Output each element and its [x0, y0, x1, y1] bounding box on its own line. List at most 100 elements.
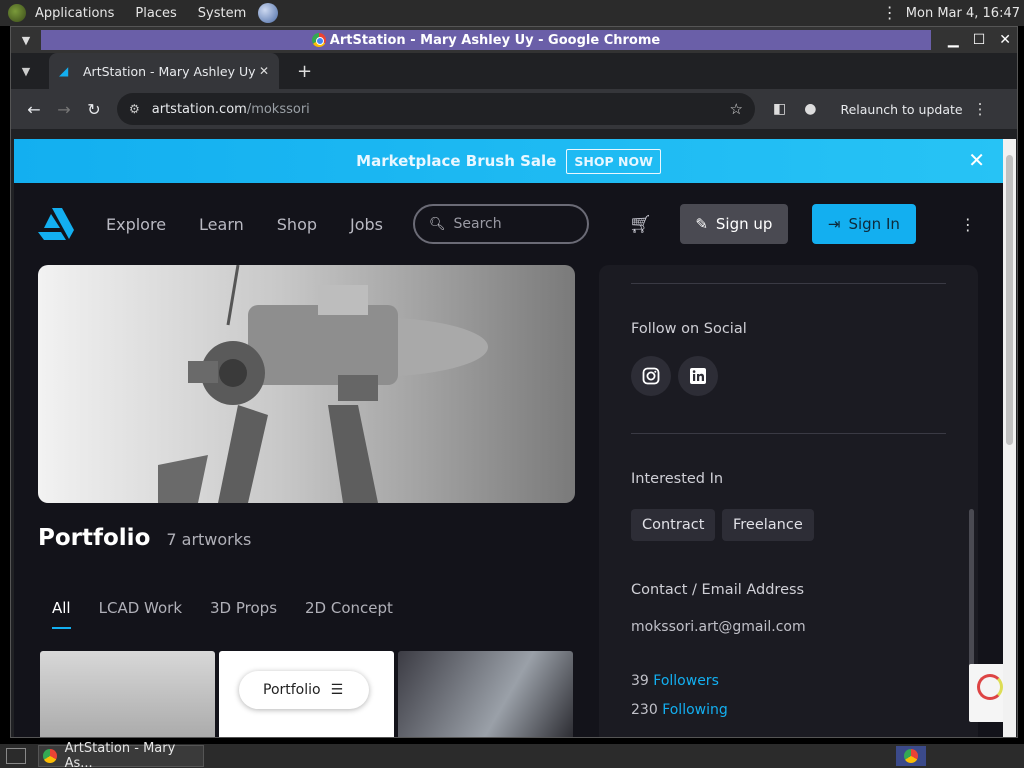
recaptcha-logo-icon [977, 674, 1003, 700]
places-menu[interactable]: Places [135, 6, 176, 21]
browser-toolbar: ← → ↻ ⚙ artstation.com/mokssori ☆ ◧ ● Re… [11, 89, 1017, 129]
tab-artstation[interactable]: ◢ ArtStation - Mary Ashley Uy ✕ [49, 53, 279, 89]
applications-menu[interactable]: Applications [35, 6, 114, 21]
more-menu-icon[interactable]: ⋮ [960, 215, 976, 234]
sign-up-button[interactable]: ✎ Sign up [679, 204, 788, 244]
url-path: /mokssori [246, 101, 310, 117]
tab-strip: ▼ ◢ ArtStation - Mary Ashley Uy ✕ + [11, 53, 1017, 89]
sign-in-button[interactable]: ⇥ Sign In [811, 204, 916, 244]
portfolio-title: Portfolio [38, 525, 151, 551]
login-arrow-icon: ⇥ [827, 215, 841, 233]
profile-icon[interactable]: ● [804, 101, 816, 117]
bookmark-star-icon[interactable]: ☆ [730, 100, 743, 118]
interested-in-label: Interested In [631, 471, 724, 487]
forward-arrow-icon[interactable]: → [49, 100, 79, 119]
recaptcha-badge[interactable] [969, 664, 1003, 722]
instagram-icon[interactable] [631, 356, 671, 396]
show-desktop-icon[interactable] [6, 748, 26, 764]
side-panel-icon[interactable]: ◧ [773, 101, 786, 117]
nav-explore[interactable]: Explore [106, 215, 166, 234]
search-input[interactable]: 🔍︎ Search [413, 204, 590, 244]
sign-up-label: Sign up [715, 215, 773, 233]
filter-tab-2d-concept[interactable]: 2D Concept [305, 599, 393, 629]
following-stat: 230 Following [631, 702, 728, 718]
chrome-icon [904, 749, 918, 763]
url-host: artstation.com [151, 101, 247, 117]
taskbar-window-chrome[interactable]: ArtStation - Mary As... [38, 741, 204, 768]
artwork-grid: Portfolio ☰ [40, 651, 573, 737]
artwork-count: 7 artworks [166, 530, 252, 549]
site-header: Explore Learn Shop Jobs 🔍︎ Search 🛒︎ ✎ S… [14, 183, 1003, 265]
window-menu-icon[interactable]: ▼ [11, 27, 41, 53]
artstation-favicon-icon: ◢ [59, 64, 69, 78]
window-title-box: ArtStation - Mary Ashley Uy - Google Chr… [41, 30, 931, 50]
minimize-icon[interactable]: ▁ [948, 32, 959, 48]
nav-learn[interactable]: Learn [199, 215, 244, 234]
relaunch-to-update-button[interactable]: Relaunch to update [840, 102, 962, 117]
portfolio-pill-label: Portfolio [263, 682, 321, 698]
clock[interactable]: Mon Mar 4, 16:47 [906, 6, 1020, 21]
system-menu[interactable]: System [198, 6, 246, 21]
window-titlebar[interactable]: ▼ ArtStation - Mary Ashley Uy - Google C… [11, 27, 1017, 53]
cover-artwork-image[interactable] [38, 265, 575, 503]
following-link[interactable]: Following [662, 702, 728, 718]
portfolio-header: Portfolio 7 artworks [38, 525, 251, 551]
artwork-thumbnail[interactable] [40, 651, 215, 737]
divider [631, 283, 946, 284]
gnome-foot-icon[interactable] [8, 4, 26, 22]
contact-email-address[interactable]: mokssori.art@gmail.com [631, 619, 806, 635]
linkedin-icon[interactable] [678, 356, 718, 396]
page-scrollbar-thumb[interactable] [1006, 155, 1013, 445]
profile-about-panel: Follow on Social Interested In Contract … [599, 265, 978, 737]
banner-close-icon[interactable]: ✕ [968, 148, 985, 172]
divider [631, 433, 946, 434]
interest-chip-label: Contract [642, 517, 705, 533]
filter-tab-lcad-work[interactable]: LCAD Work [99, 599, 182, 629]
promo-banner: Marketplace Brush Sale SHOP NOW ✕ [14, 139, 1003, 183]
filter-tab-3d-props[interactable]: 3D Props [210, 599, 277, 629]
web-browser-launcher-icon[interactable] [258, 3, 279, 23]
banner-text: Marketplace Brush Sale [356, 152, 557, 170]
portfolio-menu-pill[interactable]: Portfolio ☰ [239, 671, 369, 709]
chrome-icon [311, 33, 326, 47]
cart-icon[interactable]: 🛒︎ [629, 214, 652, 235]
interest-chip-label: Freelance [733, 517, 803, 533]
window-title: ArtStation - Mary Ashley Uy - Google Chr… [329, 32, 661, 48]
nav-jobs[interactable]: Jobs [350, 215, 383, 234]
hamburger-menu-icon: ☰ [330, 682, 344, 698]
page-scrollbar[interactable] [1003, 139, 1016, 737]
workspace-switcher[interactable] [896, 746, 926, 766]
maximize-icon[interactable]: ☐ [973, 32, 986, 48]
taskbar-window-title: ArtStation - Mary As... [64, 741, 176, 768]
artwork-thumbnail[interactable] [398, 651, 573, 737]
panel-menu-icon[interactable]: ⋮ [882, 5, 898, 21]
back-arrow-icon[interactable]: ← [19, 100, 49, 119]
tab-title: ArtStation - Mary Ashley Uy [83, 63, 256, 79]
interest-chip-contract: Contract [631, 509, 716, 541]
search-icon: 🔍︎ [429, 216, 446, 232]
chrome-menu-icon[interactable]: ⋮ [973, 100, 988, 118]
site-info-icon[interactable]: ⚙ [129, 102, 140, 116]
tab-close-icon[interactable]: ✕ [259, 64, 269, 78]
page-viewport: Marketplace Brush Sale SHOP NOW ✕ Explor… [14, 139, 1003, 737]
shop-now-button[interactable]: SHOP NOW [566, 148, 661, 174]
interest-chip-freelance: Freelance [722, 509, 814, 541]
followers-link[interactable]: Followers [653, 673, 719, 689]
address-bar[interactable]: ⚙ artstation.com/mokssori ☆ [117, 93, 755, 125]
tab-search-chevron-icon[interactable]: ▼ [11, 65, 41, 78]
new-tab-plus-icon[interactable]: + [297, 61, 312, 82]
follow-on-social-label: Follow on Social [631, 321, 747, 337]
following-count: 230 [631, 702, 658, 718]
browser-window: ▼ ArtStation - Mary Ashley Uy - Google C… [10, 26, 1018, 738]
bottom-taskbar: ArtStation - Mary As... [0, 741, 1024, 768]
close-icon[interactable]: ✕ [999, 32, 1011, 48]
mech-render-illustration [158, 265, 488, 503]
contact-email-label: Contact / Email Address [631, 582, 805, 598]
nav-shop[interactable]: Shop [277, 215, 317, 234]
pencil-icon: ✎ [695, 215, 708, 233]
filter-tab-all[interactable]: All [52, 599, 71, 629]
reload-icon[interactable]: ↻ [79, 100, 109, 119]
chrome-icon [43, 749, 57, 763]
artwork-thumbnail[interactable]: Portfolio ☰ [219, 651, 394, 737]
artstation-logo-icon[interactable] [38, 208, 74, 240]
